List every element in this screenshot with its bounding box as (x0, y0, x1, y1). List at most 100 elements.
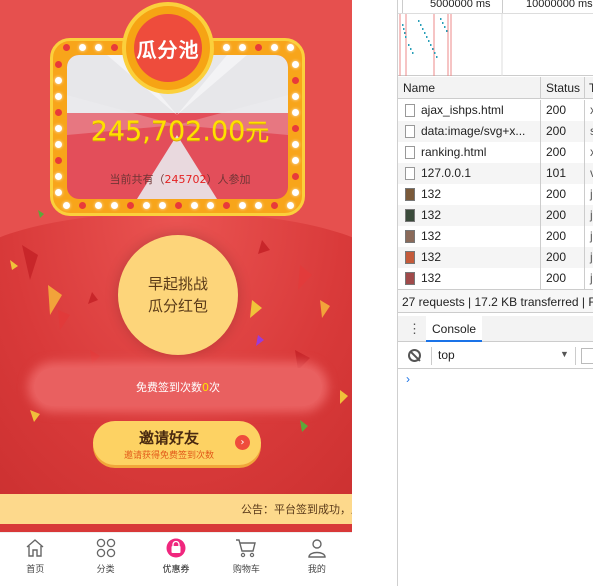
request-status: 200 (546, 271, 567, 285)
waterfall-chart (399, 14, 503, 76)
network-request-row[interactable]: 132200jp (398, 226, 593, 247)
tab-coupon[interactable]: 优惠券 (141, 533, 211, 578)
home-icon (24, 537, 46, 559)
request-status: 200 (546, 103, 567, 117)
chevron-right-icon: › (235, 435, 250, 450)
challenge-label-line1: 早起挑战 (147, 275, 208, 293)
document-icon (405, 104, 415, 117)
network-summary-text: 27 requests | 17.2 KB transferred | F (402, 295, 593, 309)
timeline-tick: 10000000 ms (526, 0, 593, 10)
marquee-bulb (292, 157, 299, 164)
tab-cart[interactable]: 购物车 (211, 533, 281, 578)
network-request-row[interactable]: 132200jp (398, 268, 593, 289)
pool-title: 瓜分池 (136, 37, 200, 62)
network-request-row[interactable]: data:image/svg+x... 200 s (398, 121, 593, 142)
network-request-row[interactable]: 132200jp (398, 247, 593, 268)
tab-home[interactable]: 首页 (0, 533, 70, 578)
request-status: 200 (546, 145, 567, 159)
marquee-bulb (292, 189, 299, 196)
column-type-header[interactable]: T (589, 81, 593, 95)
marquee-bulb (239, 44, 246, 51)
more-options-icon[interactable]: ⋮ (408, 322, 421, 335)
column-status-header[interactable]: Status (546, 81, 580, 95)
console-toolbar: top ▼ (398, 343, 593, 369)
request-name: 132 (421, 187, 442, 201)
invite-friends-button[interactable]: 邀请好友 邀请获得免费签到次数 › (93, 421, 261, 465)
announcement-text: 公告：平台签到成功，瓜分 (241, 503, 352, 516)
dropdown-arrow-icon[interactable]: ▼ (560, 349, 569, 359)
request-name: ajax_ishps.html (421, 103, 504, 117)
request-status: 200 (546, 187, 567, 201)
free-signin-count-bar: 免费签到次数 0 次 (34, 368, 322, 406)
network-request-row[interactable]: 132200jp (398, 205, 593, 226)
marquee-bulb (111, 44, 118, 51)
marquee-bulb (79, 44, 86, 51)
request-status: 200 (546, 208, 567, 222)
cart-icon (235, 537, 257, 559)
start-challenge-button[interactable]: 早起挑战 瓜分红包 (118, 235, 238, 355)
request-status: 200 (546, 229, 567, 243)
marquee-bulb (55, 77, 62, 84)
marquee-bulb (292, 93, 299, 100)
request-name: data:image/svg+x... (421, 124, 526, 138)
marquee-bulb (55, 189, 62, 196)
pool-amount-currency: 元 (245, 118, 270, 146)
document-icon (405, 125, 415, 138)
image-thumbnail-icon (405, 230, 415, 243)
timeline-tick: 5000000 ms (430, 0, 491, 10)
marquee-bulb (55, 157, 62, 164)
image-thumbnail-icon (405, 272, 415, 285)
challenge-label-line2: 瓜分红包 (147, 297, 208, 315)
request-name: ranking.html (421, 145, 487, 159)
marquee-bulb (55, 125, 62, 132)
devtools-panel: 5000000 ms 10000000 ms Name Status T aja… (397, 0, 593, 586)
marquee-bulb (292, 141, 299, 148)
marquee-bulb (55, 61, 62, 68)
request-name: 127.0.0.1 (421, 166, 472, 180)
pool-title-badge: 瓜分池 (122, 2, 214, 94)
document-icon (405, 146, 415, 159)
request-name: 132 (421, 271, 442, 285)
tab-console[interactable]: Console (426, 316, 483, 342)
request-status: 200 (546, 124, 567, 138)
pool-amount-value: 245,702.00 (90, 116, 246, 147)
column-name-header[interactable]: Name (403, 81, 435, 95)
context-selector[interactable]: top (438, 348, 455, 362)
marquee-bulb (255, 44, 262, 51)
marquee-bulb (287, 44, 294, 51)
invite-title: 邀请好友 (138, 429, 199, 447)
clear-console-icon[interactable] (408, 349, 421, 362)
marquee-bulb (63, 44, 70, 51)
image-thumbnail-icon (405, 209, 415, 222)
marquee-bulb (292, 109, 299, 116)
console-prompt[interactable]: › (406, 372, 410, 386)
marquee-bulb (95, 44, 102, 51)
participants-count: 245702 (164, 173, 207, 186)
tab-profile[interactable]: 我的 (282, 533, 352, 578)
network-summary: 27 requests | 17.2 KB transferred | F (398, 289, 593, 313)
network-request-row[interactable]: 127.0.0.1 101 v (398, 163, 593, 184)
request-status: 101 (546, 166, 567, 180)
marquee-bulb (271, 44, 278, 51)
marquee-bulb (292, 77, 299, 84)
participants-count-text: 当前共有（245702）人参加 (109, 173, 251, 186)
bottom-tab-bar: 首页 分类 优惠券 购物车 我的 (0, 532, 352, 578)
network-request-row[interactable]: 132200jp (398, 184, 593, 205)
network-table-header: Name Status T (398, 77, 593, 99)
network-waterfall-overview[interactable] (398, 14, 593, 76)
marquee-bulb (55, 109, 62, 116)
request-status: 200 (546, 250, 567, 264)
console-filter-input[interactable] (581, 348, 593, 364)
network-request-row[interactable]: ajax_ishps.html 200 x (398, 100, 593, 121)
tab-category[interactable]: 分类 (70, 533, 140, 578)
image-thumbnail-icon (405, 188, 415, 201)
marquee-bulb (55, 141, 62, 148)
marquee-bulb (292, 125, 299, 132)
drawer-tab-bar: ⋮ Console (398, 316, 593, 342)
network-request-row[interactable]: ranking.html 200 x (398, 142, 593, 163)
screen: 瓜分池 245,702.00元 当前共有（245702）人参加 早起挑战 瓜分红… (0, 0, 593, 586)
free-signin-count: 0 (202, 380, 209, 394)
image-thumbnail-icon (405, 251, 415, 264)
request-name: 132 (421, 229, 442, 243)
marquee-bulb (55, 93, 62, 100)
